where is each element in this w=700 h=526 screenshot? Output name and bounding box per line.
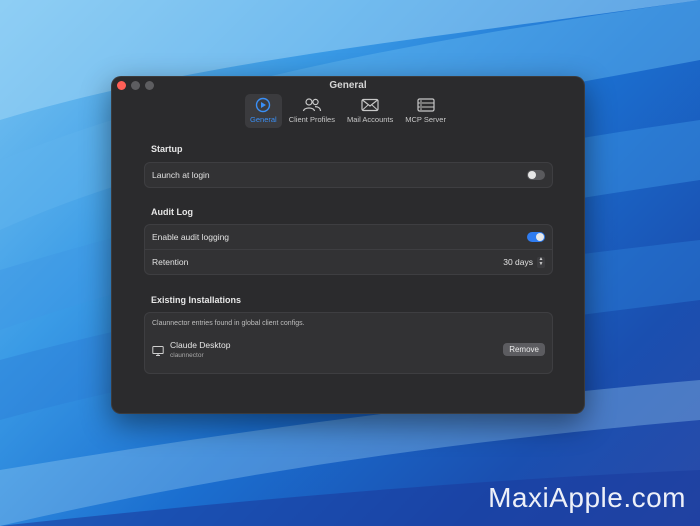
enable-audit-logging-label: Enable audit logging (152, 232, 230, 242)
installations-group: Claunnector entries found in global clie… (144, 312, 553, 374)
startup-group: Launch at login (144, 162, 553, 188)
tab-mail-accounts-label: Mail Accounts (346, 115, 394, 124)
people-icon (302, 97, 322, 113)
tab-mcp-server[interactable]: MCP Server (400, 94, 451, 128)
installation-identifier: claunnector (170, 352, 204, 359)
enable-audit-logging-toggle[interactable] (527, 232, 545, 242)
preferences-toolbar: General Client Profiles Mail Accounts MC… (111, 94, 585, 128)
title-bar: General (111, 76, 585, 94)
watermark-logo: MaxiApple.com (488, 482, 686, 513)
installations-caption: Claunnector entries found in global clie… (152, 320, 305, 327)
chevron-up-down-icon: ▲ ▼ (537, 256, 545, 268)
tab-general[interactable]: General (245, 94, 282, 128)
remove-button[interactable]: Remove (503, 343, 545, 356)
retention-row: Retention 30 days ▲ ▼ (145, 249, 552, 274)
tab-mcp-server-label: MCP Server (405, 115, 446, 124)
retention-label: Retention (152, 257, 189, 267)
tab-general-label: General (250, 115, 277, 124)
installation-name: Claude Desktop (170, 340, 231, 350)
installations-section-title: Existing Installations (151, 295, 242, 305)
server-icon (416, 97, 436, 113)
settings-window: General General Client Profiles Mail Acc… (111, 76, 585, 414)
retention-popup[interactable]: 30 days ▲ ▼ (503, 256, 545, 268)
audit-log-section-title: Audit Log (151, 207, 193, 217)
enable-audit-logging-row: Enable audit logging (145, 225, 552, 249)
gauge-icon (253, 97, 273, 113)
retention-value: 30 days (503, 257, 533, 267)
tab-mail-accounts[interactable]: Mail Accounts (342, 94, 398, 128)
launch-at-login-label: Launch at login (152, 170, 210, 180)
launch-at-login-toggle[interactable] (527, 170, 545, 180)
envelope-icon (360, 97, 380, 113)
audit-log-group: Enable audit logging Retention 30 days ▲… (144, 224, 553, 275)
monitor-icon (152, 344, 164, 356)
installation-item: Claude Desktop claunnector Remove (145, 334, 552, 367)
startup-section-title: Startup (151, 144, 183, 154)
tab-client-profiles-label: Client Profiles (288, 115, 335, 124)
window-title: General (329, 80, 367, 91)
tab-client-profiles[interactable]: Client Profiles (284, 94, 340, 128)
launch-at-login-row: Launch at login (145, 163, 552, 187)
